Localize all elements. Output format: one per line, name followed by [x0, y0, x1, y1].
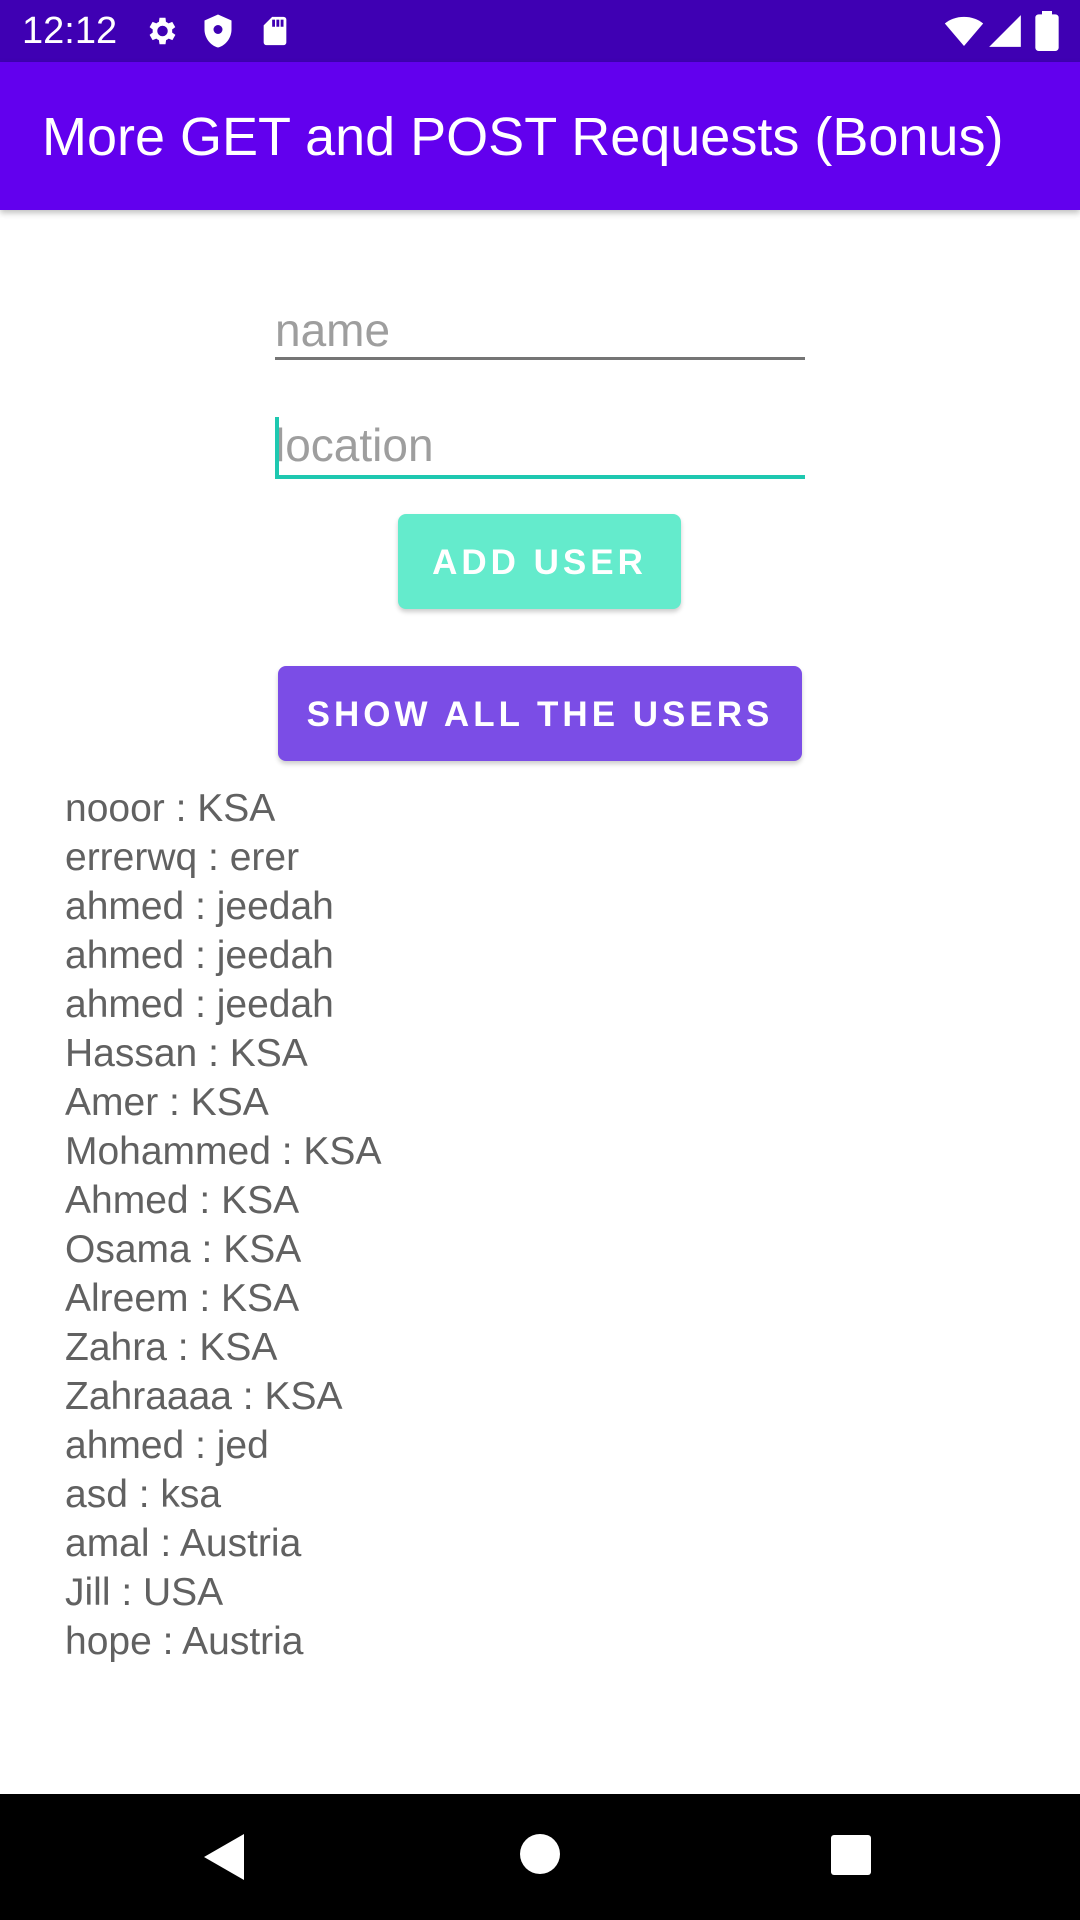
shield-icon — [204, 14, 232, 48]
list-item: Jill : USA — [65, 1571, 224, 1614]
sd-card-icon — [263, 16, 287, 46]
list-item: Amer : KSA — [65, 1081, 269, 1124]
name-input[interactable] — [275, 298, 805, 362]
name-field-container — [275, 298, 805, 362]
app-bar: More GET and POST Requests (Bonus) — [0, 62, 1080, 210]
app-title: More GET and POST Requests (Bonus) — [42, 107, 1004, 167]
text-cursor — [275, 417, 279, 477]
location-input[interactable] — [275, 413, 805, 477]
status-bar: 12:12 — [0, 0, 1080, 62]
users-list-content: nooor : KSA errerwq : erer ahmed : jeeda… — [65, 784, 381, 1666]
status-time: 12:12 — [22, 10, 118, 52]
list-item: Zahra : KSA — [65, 1326, 278, 1369]
list-item: amal : Austria — [65, 1522, 302, 1565]
list-item: asd : ksa — [65, 1473, 222, 1516]
location-input-underline — [275, 475, 805, 479]
name-input-underline — [275, 357, 805, 360]
users-list[interactable]: nooor : KSA errerwq : erer ahmed : jeeda… — [0, 784, 1080, 1674]
list-item: Alreem : KSA — [65, 1277, 300, 1320]
list-item: ahmed : jeedah — [65, 885, 334, 928]
list-item: Hassan : KSA — [65, 1032, 308, 1075]
add-user-button[interactable]: ADD USER — [398, 514, 681, 609]
battery-icon — [1035, 11, 1059, 51]
gear-icon — [149, 17, 176, 45]
home-icon[interactable] — [518, 1832, 562, 1876]
show-all-users-button[interactable]: SHOW ALL THE USERS — [278, 666, 802, 761]
back-icon[interactable] — [200, 1832, 248, 1882]
list-item: Zahraaaa : KSA — [65, 1375, 343, 1418]
location-field-container — [275, 405, 805, 481]
list-item: hope : Austria — [65, 1620, 304, 1663]
list-item: ahmed : jeedah — [65, 983, 334, 1026]
list-item: Osama : KSA — [65, 1228, 302, 1271]
signal-icon — [989, 15, 1021, 47]
list-item: Mohammed : KSA — [65, 1130, 382, 1173]
list-item: errerwq : erer — [65, 836, 300, 879]
list-item: ahmed : jed — [65, 1424, 269, 1467]
recents-icon[interactable] — [831, 1835, 871, 1875]
list-item: nooor : KSA — [65, 787, 276, 830]
list-item: ahmed : jeedah — [65, 934, 334, 977]
wifi-icon — [944, 16, 984, 46]
list-item: Ahmed : KSA — [65, 1179, 300, 1222]
navigation-bar — [0, 1794, 1080, 1920]
